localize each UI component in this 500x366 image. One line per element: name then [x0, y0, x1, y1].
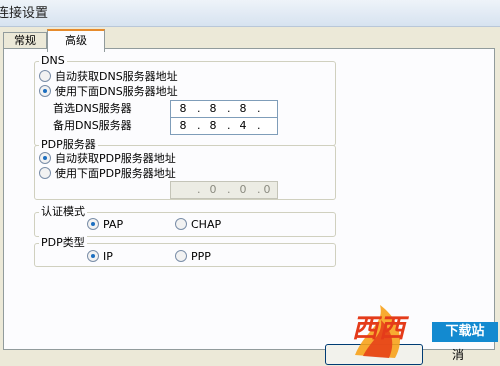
auth-chap-label: CHAP — [191, 218, 222, 231]
pdp-octet-3: 0 — [239, 183, 247, 196]
pdp-type-group: PDP类型 IP PPP — [34, 236, 336, 267]
dns-auto-label: 自动获取DNS服务器地址 — [55, 70, 178, 83]
auth-pap-option[interactable]: PAP — [87, 218, 123, 232]
preferred-dns-input[interactable]: 8 . 8 . 8 . — [170, 100, 278, 118]
pdp-server-group: PDP服务器 自动获取PDP服务器地址 使用下面PDP服务器地址 . 0 . 0… — [34, 138, 336, 200]
title-bar: 连接设置 — [0, 0, 500, 27]
dns-legend: DNS — [39, 54, 67, 68]
pdp-type-ppp-label: PPP — [191, 250, 211, 263]
alternate-dns-octet-3: 4 — [239, 119, 247, 132]
alternate-dns-label: 备用DNS服务器 — [53, 119, 132, 132]
auth-pap-label: PAP — [103, 218, 124, 231]
alternate-dns-input[interactable]: 8 . 8 . 4 . — [170, 117, 278, 135]
tab-strip: 常规 高级 — [3, 29, 223, 52]
pdp-auto-label: 自动获取PDP服务器地址 — [55, 152, 176, 165]
pdp-manual-radio[interactable] — [39, 167, 51, 179]
watermark-badge: 下载站 — [432, 322, 498, 342]
pdp-type-ppp-option[interactable]: PPP — [175, 250, 211, 264]
preferred-dns-octet-1: 8 — [179, 102, 187, 115]
pdp-auto-radio[interactable] — [39, 152, 51, 164]
pdp-octet-2: 0 — [209, 183, 217, 196]
ip-separator: . — [227, 183, 231, 196]
pdp-type-ip-radio[interactable] — [87, 250, 99, 262]
auth-chap-option[interactable]: CHAP — [175, 218, 221, 232]
ip-separator: . — [197, 183, 201, 196]
auth-mode-group: 认证模式 PAP CHAP — [34, 205, 336, 237]
dns-group: DNS 自动获取DNS服务器地址 使用下面DNS服务器地址 首选DNS服务器 8… — [34, 54, 336, 146]
dns-auto-option[interactable]: 自动获取DNS服务器地址 — [39, 70, 178, 84]
ip-separator: . — [197, 102, 201, 115]
pdp-type-ip-option[interactable]: IP — [87, 250, 113, 264]
dns-auto-radio[interactable] — [39, 70, 51, 82]
ip-separator: . — [257, 102, 261, 115]
dns-manual-option[interactable]: 使用下面DNS服务器地址 — [39, 85, 178, 99]
pdp-octet-4: 0 — [263, 183, 271, 196]
tab-advanced[interactable]: 高级 — [47, 29, 105, 52]
pdp-auto-option[interactable]: 自动获取PDP服务器地址 — [39, 152, 176, 166]
ip-separator: . — [227, 102, 231, 115]
pdp-type-ip-label: IP — [103, 250, 113, 263]
auth-pap-radio[interactable] — [87, 218, 99, 230]
preferred-dns-octet-2: 8 — [209, 102, 217, 115]
auth-mode-legend: 认证模式 — [39, 205, 87, 219]
dns-manual-radio[interactable] — [39, 85, 51, 97]
watermark-text: 西西 — [352, 314, 407, 344]
pdp-address-input[interactable]: . 0 . 0 . 0 — [170, 181, 278, 199]
preferred-dns-octet-3: 8 — [239, 102, 247, 115]
window-title: 连接设置 — [0, 6, 49, 21]
ip-separator: . — [197, 119, 201, 132]
dns-manual-label: 使用下面DNS服务器地址 — [55, 85, 178, 98]
preferred-dns-label: 首选DNS服务器 — [53, 102, 132, 115]
pdp-manual-option[interactable]: 使用下面PDP服务器地址 — [39, 167, 176, 181]
pdp-type-legend: PDP类型 — [39, 236, 87, 250]
pdp-type-ppp-radio[interactable] — [175, 250, 187, 262]
pdp-manual-label: 使用下面PDP服务器地址 — [55, 167, 176, 180]
auth-chap-radio[interactable] — [175, 218, 187, 230]
ip-separator: . — [257, 119, 261, 132]
alternate-dns-octet-1: 8 — [179, 119, 187, 132]
pdp-server-legend: PDP服务器 — [39, 138, 98, 152]
ip-separator: . — [227, 119, 231, 132]
alternate-dns-octet-2: 8 — [209, 119, 217, 132]
